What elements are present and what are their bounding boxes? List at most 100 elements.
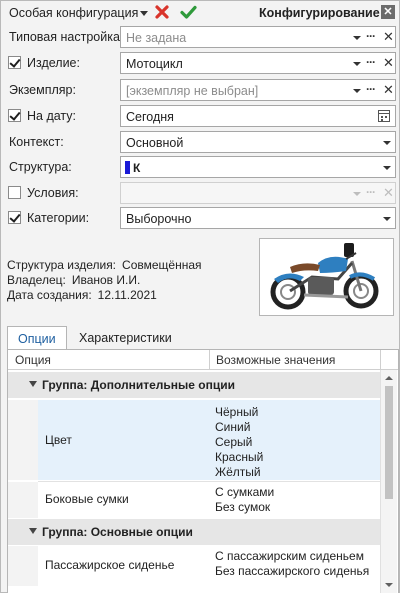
date-value: Сегодня — [126, 110, 174, 124]
scroll-down-icon[interactable] — [385, 583, 393, 587]
option-value: Красный — [215, 450, 264, 464]
date-checkbox[interactable] — [8, 109, 21, 122]
chevron-down-icon[interactable] — [383, 166, 391, 170]
column-header-option[interactable]: Опция — [15, 353, 51, 367]
info-created-value: 12.11.2021 — [97, 288, 157, 302]
structure-field[interactable]: К — [120, 156, 396, 178]
row-conditions: Условия: ··· ✕ — [1, 182, 399, 204]
column-divider[interactable] — [209, 350, 210, 370]
categories-label: Категории: — [27, 211, 90, 225]
info-created: Дата создания: 12.11.2021 — [7, 288, 157, 302]
info-structure-value: Совмещённая — [122, 258, 202, 272]
more-icon[interactable]: ··· — [366, 82, 376, 96]
info-structure-label: Структура изделия: — [7, 258, 117, 272]
option-name: Пассажирское сиденье — [45, 558, 175, 572]
tab-options[interactable]: Опции — [7, 326, 67, 350]
option-value: Жёлтый — [215, 465, 261, 479]
row-indent — [8, 482, 38, 518]
chevron-down-icon[interactable] — [353, 62, 361, 66]
option-name: Боковые сумки — [45, 492, 129, 506]
row-context: Контекст: Основной — [1, 131, 399, 153]
row-structure: Структура: К — [1, 156, 399, 178]
option-values: С пассажирским сиденьем Без пассажирског… — [215, 549, 369, 579]
categories-value: Выборочно — [126, 212, 192, 226]
group-title: Группа: Дополнительные опции — [42, 378, 236, 392]
cancel-icon[interactable] — [154, 4, 170, 20]
table-row[interactable]: Цвет Чёрный Синий Серый Красный Жёлтый — [8, 400, 380, 480]
chevron-down-icon[interactable] — [383, 141, 391, 145]
row-indent — [8, 546, 38, 586]
categories-field[interactable]: Выборочно — [120, 207, 396, 229]
group-row[interactable]: Группа: Основные опции — [8, 519, 380, 545]
table-row[interactable]: Пассажирское сиденье С пассажирским сиде… — [8, 546, 380, 586]
chevron-down-icon[interactable] — [383, 217, 391, 221]
structure-label: Структура: — [9, 160, 72, 174]
more-icon: ··· — [366, 185, 376, 199]
option-value: Без сумок — [215, 500, 271, 514]
chevron-down-icon — [353, 192, 361, 196]
date-label: На дату: — [27, 109, 77, 123]
option-value: Синий — [215, 420, 251, 434]
table-row[interactable]: Боковые сумки С сумками Без сумок — [8, 482, 380, 518]
tab-bar: Опции Характеристики — [1, 326, 399, 350]
row-product: Изделие: Мотоцикл ··· ✕ — [1, 52, 399, 74]
context-field[interactable]: Основной — [120, 131, 396, 153]
scrollbar-thumb[interactable] — [385, 386, 393, 499]
instance-label: Экземпляр: — [9, 83, 76, 97]
row-indent — [8, 400, 38, 480]
chevron-down-icon[interactable] — [353, 89, 361, 93]
vertical-scrollbar[interactable] — [380, 370, 397, 593]
option-name: Цвет — [45, 433, 72, 447]
collapse-arrow-icon[interactable] — [29, 528, 37, 534]
calendar-icon[interactable] — [378, 110, 390, 122]
configuration-panel: Особая конфигурация Конфигурирование ✕ Т… — [0, 0, 400, 593]
grid-header: Опция Возможные значения — [8, 350, 398, 370]
info-owner: Владелец: Иванов И.И. — [7, 273, 140, 287]
option-values: Чёрный Синий Серый Красный Жёлтый — [215, 405, 263, 480]
typical-setting-field[interactable]: Не задана ··· ✕ — [120, 26, 396, 48]
info-created-label: Дата создания: — [7, 288, 92, 302]
more-icon[interactable]: ··· — [366, 55, 376, 69]
clear-icon[interactable]: ✕ — [383, 29, 394, 45]
chevron-down-icon[interactable] — [353, 36, 361, 40]
option-value: С пассажирским сиденьем — [215, 549, 364, 563]
apply-check-icon[interactable] — [180, 4, 197, 20]
conditions-field[interactable]: ··· ✕ — [120, 182, 396, 204]
typical-setting-value: Не задана — [126, 31, 187, 45]
more-icon[interactable]: ··· — [366, 29, 376, 43]
context-label: Контекст: — [9, 135, 64, 149]
column-divider[interactable] — [380, 350, 381, 370]
clear-icon[interactable]: ✕ — [383, 55, 394, 71]
date-field[interactable]: Сегодня — [120, 105, 396, 127]
toolbar: Особая конфигурация Конфигурирование ✕ — [1, 1, 399, 25]
conditions-checkbox[interactable] — [8, 186, 21, 199]
product-field[interactable]: Мотоцикл ··· ✕ — [120, 52, 396, 74]
info-structure: Структура изделия: Совмещённая — [7, 258, 202, 272]
instance-value: [экземпляр не выбран] — [126, 84, 259, 98]
chevron-down-icon[interactable] — [140, 11, 148, 16]
structure-color-marker — [125, 161, 130, 174]
motorcycle-icon — [270, 243, 379, 310]
categories-checkbox[interactable] — [8, 211, 21, 224]
scroll-up-icon[interactable] — [385, 376, 393, 380]
info-owner-label: Владелец: — [7, 273, 66, 287]
row-categories: Категории: Выборочно — [1, 207, 399, 229]
row-instance: Экземпляр: [экземпляр не выбран] ··· ✕ — [1, 79, 399, 101]
panel-title: Конфигурирование — [259, 6, 380, 20]
group-row[interactable]: Группа: Дополнительные опции — [8, 372, 380, 398]
tab-characteristics[interactable]: Характеристики — [69, 326, 182, 350]
info-owner-value: Иванов И.И. — [71, 273, 141, 287]
conditions-label: Условия: — [27, 186, 79, 200]
column-header-values[interactable]: Возможные значения — [216, 353, 335, 367]
options-grid: Опция Возможные значения Группа: Дополни… — [7, 349, 399, 593]
close-icon[interactable]: ✕ — [381, 5, 395, 19]
product-checkbox[interactable] — [8, 56, 21, 69]
config-name-dropdown[interactable]: Особая конфигурация — [9, 6, 138, 20]
clear-icon[interactable]: ✕ — [383, 82, 394, 98]
instance-field[interactable]: [экземпляр не выбран] ··· ✕ — [120, 79, 396, 101]
row-date: На дату: Сегодня — [1, 105, 399, 127]
group-title: Группа: Основные опции — [42, 525, 193, 539]
option-value: С сумками — [215, 485, 275, 499]
product-preview-image — [259, 238, 394, 316]
collapse-arrow-icon[interactable] — [29, 381, 37, 387]
